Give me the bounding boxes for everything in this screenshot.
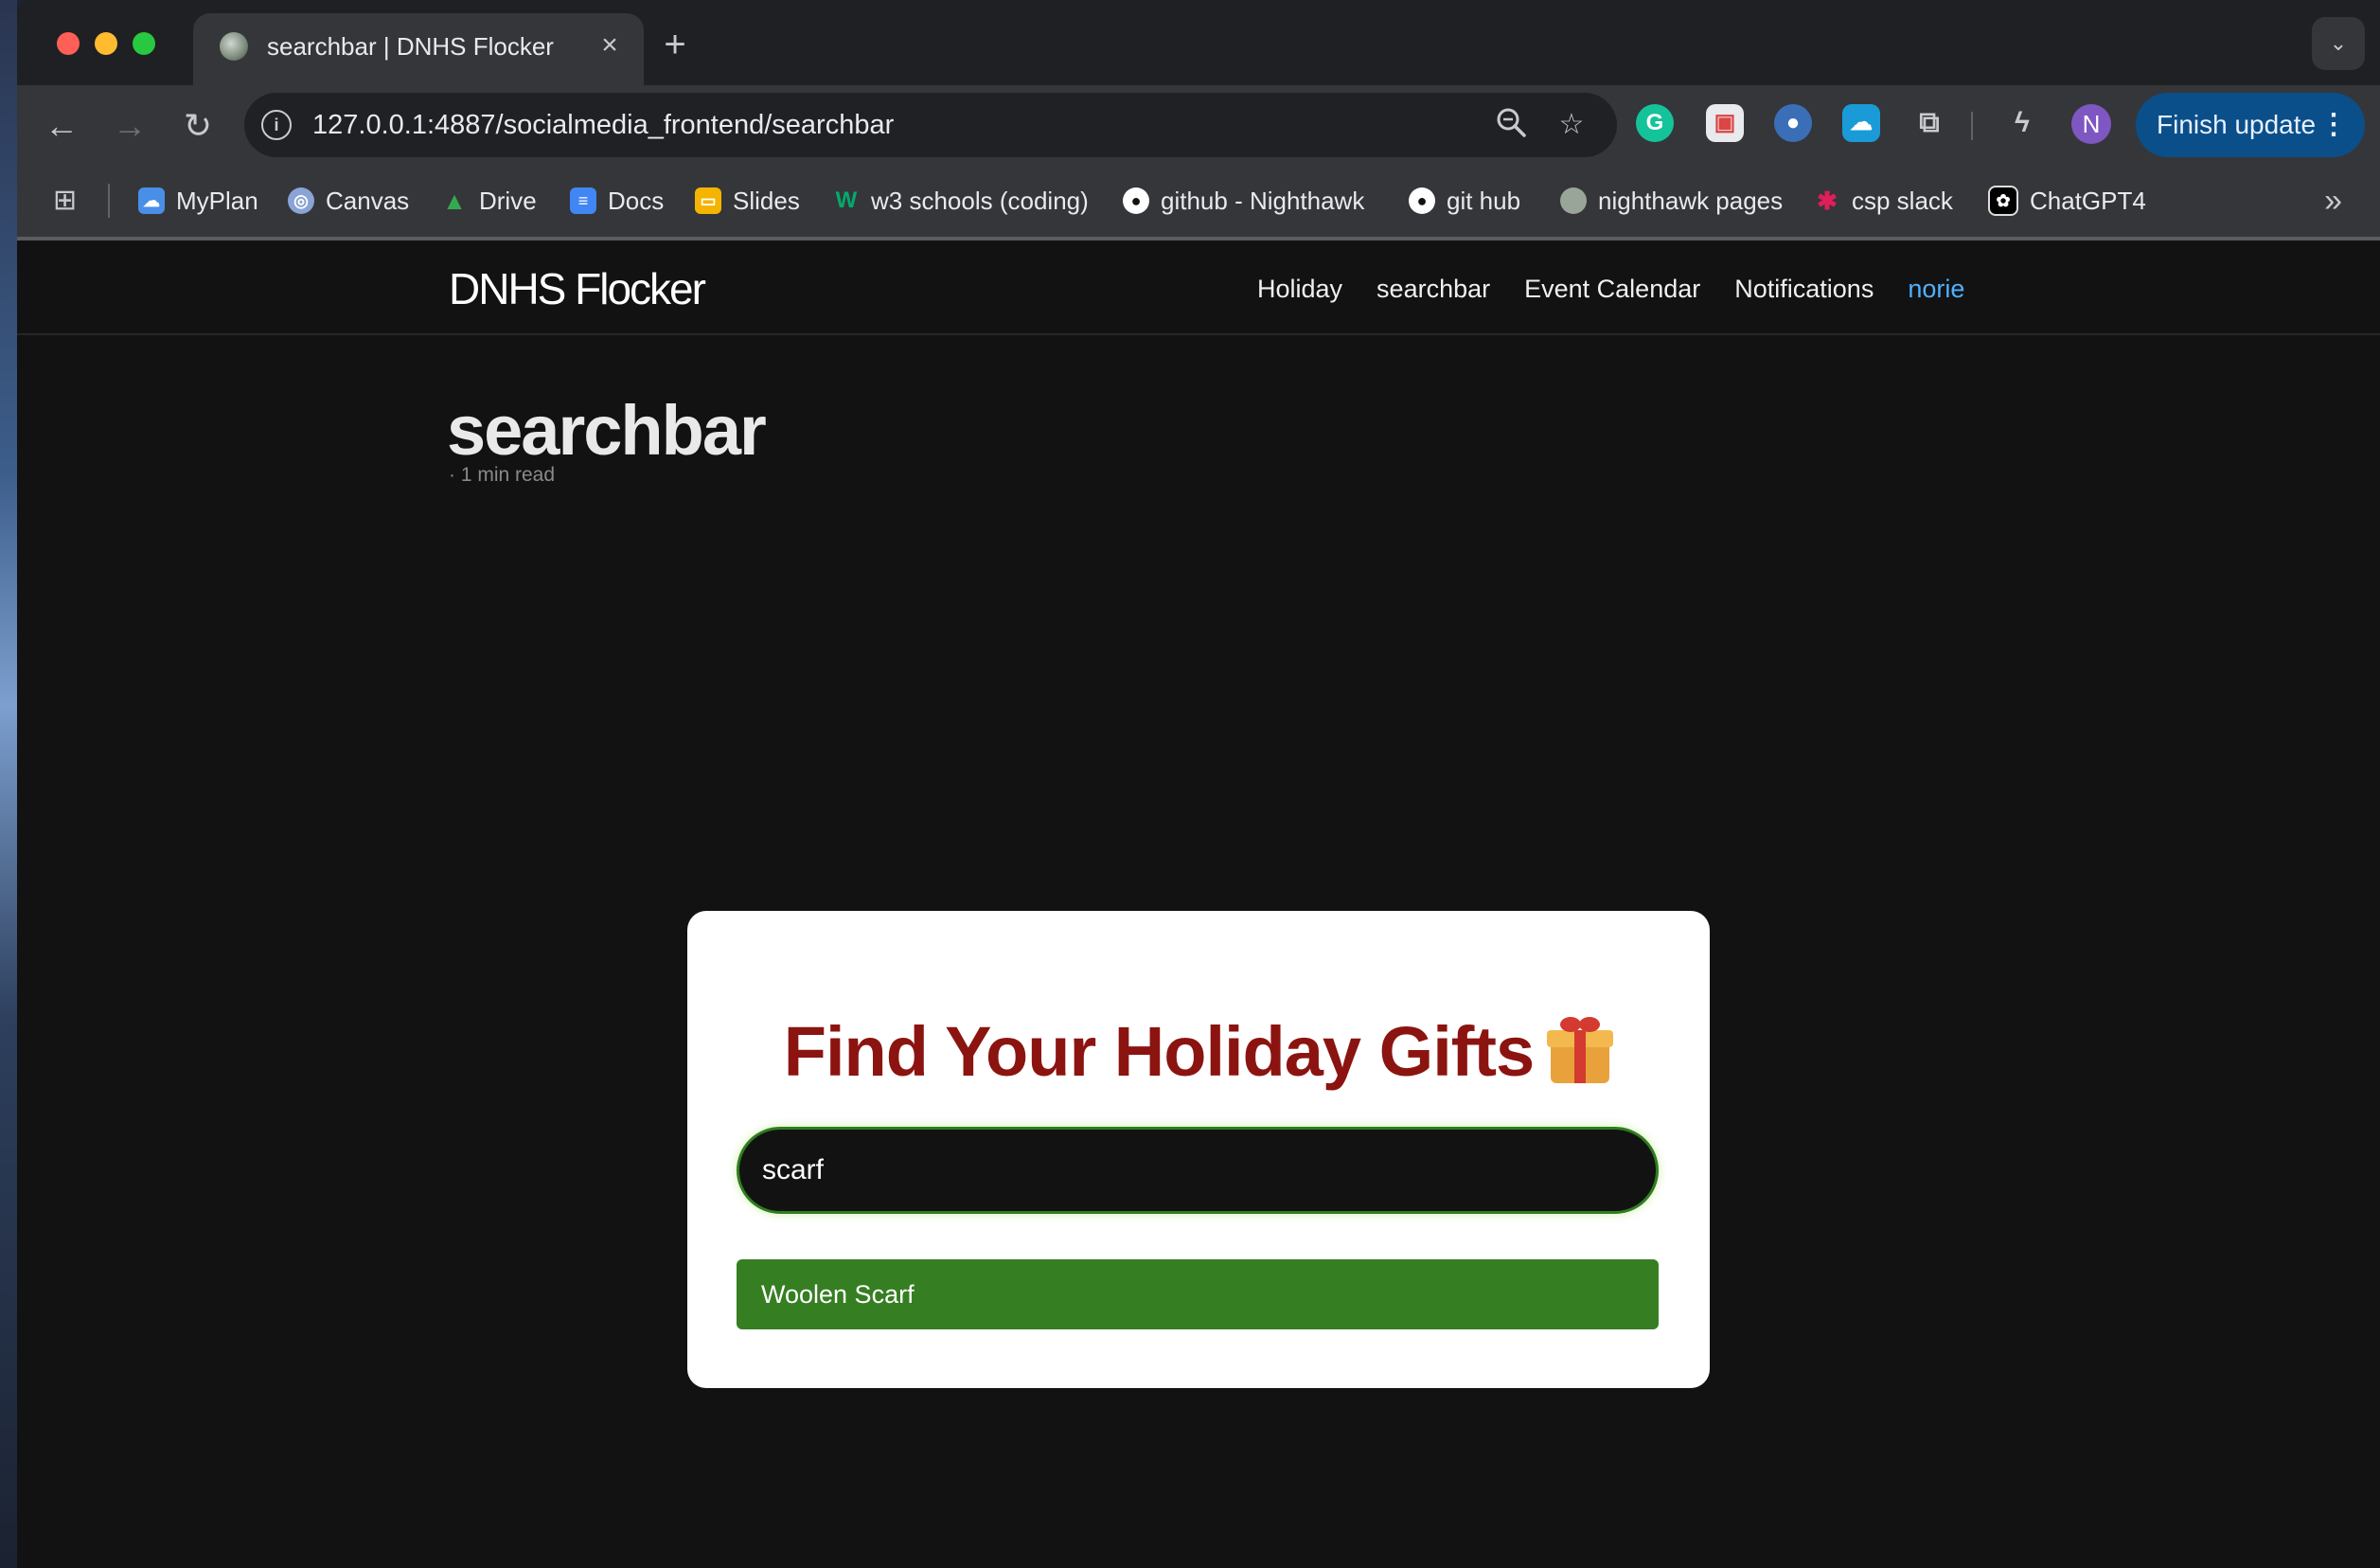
desktop-background <box>0 0 17 1568</box>
bookmark-label: ChatGPT4 <box>2030 186 2146 215</box>
bookmark-canvas[interactable]: ◎ Canvas <box>288 180 409 222</box>
w3schools-icon: W <box>835 187 858 213</box>
performance-bolt-icon[interactable]: ϟ <box>2003 104 2041 142</box>
globe-extension-icon[interactable]: ● <box>1774 104 1812 142</box>
tab-search-button[interactable]: ⌄ <box>2312 17 2365 70</box>
bookmark-drive[interactable]: ▲ Drive <box>441 180 537 222</box>
browser-window: searchbar | DNHS Flocker × + ⌄ ← → ↻ i 1… <box>17 0 2380 1568</box>
bookmark-w3schools[interactable]: W w3 schools (coding) <box>833 180 1089 222</box>
browser-toolbar: ← → ↻ i 127.0.0.1:4887/socialmedia_front… <box>17 85 2380 165</box>
bookmark-label: Drive <box>479 186 537 215</box>
openai-icon: ✿ <box>1988 186 2018 216</box>
more-bookmarks-chevron-icon[interactable]: » <box>2324 180 2342 222</box>
slides-icon: ▭ <box>695 187 721 214</box>
globe-icon <box>220 32 248 61</box>
bookmark-myplan[interactable]: ☁ MyPlan <box>138 180 258 222</box>
bookmark-label: git hub <box>1447 186 1521 215</box>
close-tab-icon[interactable]: × <box>591 27 629 64</box>
close-window-button[interactable] <box>57 32 80 55</box>
page-title: searchbar <box>447 391 767 470</box>
bookmark-docs[interactable]: ≡ Docs <box>570 180 664 222</box>
bookmark-slides[interactable]: ▭ Slides <box>695 180 800 222</box>
bookmarks-bar: ⊞ ☁ MyPlan ◎ Canvas ▲ Drive ≡ Docs ▭ Sli… <box>17 165 2380 241</box>
bookmark-star-icon[interactable]: ☆ <box>1553 106 1590 144</box>
minimize-window-button[interactable] <box>95 32 117 55</box>
new-tab-button[interactable]: + <box>651 21 699 68</box>
bookmark-csp-slack[interactable]: ✱ csp slack <box>1814 180 1953 222</box>
bookmark-label: github - Nighthawk <box>1161 186 1365 215</box>
cloud-icon: ☁ <box>138 187 165 214</box>
bookmarks-divider <box>108 184 110 218</box>
slack-icon: ✱ <box>1817 187 1838 215</box>
globe-icon <box>1560 187 1587 214</box>
site-info-icon[interactable]: i <box>261 110 292 140</box>
grammarly-extension-icon[interactable]: G <box>1636 104 1674 142</box>
bookmark-label: Slides <box>733 186 800 215</box>
address-bar[interactable]: i 127.0.0.1:4887/socialmedia_frontend/se… <box>244 93 1617 157</box>
extension-icon[interactable]: ▣ <box>1706 104 1744 142</box>
bookmark-label: Canvas <box>326 186 410 215</box>
drive-icon: ▲ <box>442 187 467 215</box>
maximize-window-button[interactable] <box>133 32 155 55</box>
gift-search-input[interactable] <box>737 1127 1659 1214</box>
site-title-link[interactable]: DNHS Flocker <box>449 263 706 314</box>
back-button[interactable]: ← <box>38 102 85 150</box>
tab-strip: searchbar | DNHS Flocker × + ⌄ <box>17 0 2380 85</box>
url-text[interactable]: 127.0.0.1:4887/socialmedia_frontend/sear… <box>312 110 894 141</box>
bookmark-label: w3 schools (coding) <box>871 186 1089 215</box>
heading-text: Find Your Holiday Gifts <box>783 1012 1535 1091</box>
site-header: DNHS Flocker Holiday searchbar Event Cal… <box>17 241 2380 335</box>
reload-button[interactable]: ↻ <box>174 102 222 150</box>
gift-search-card: Find Your Holiday Gifts Woolen Scarf <box>687 911 1710 1388</box>
nav-link-user[interactable]: norie <box>1908 275 1964 304</box>
bookmark-label: Docs <box>608 186 665 215</box>
bookmark-github-nighthawk[interactable]: ● github - Nighthawk <box>1123 180 1364 222</box>
bookmark-nighthawk-pages[interactable]: nighthawk pages <box>1560 180 1783 222</box>
github-icon: ● <box>1409 187 1435 214</box>
gift-search-heading: Find Your Holiday Gifts <box>687 1011 1710 1092</box>
site-nav: Holiday searchbar Event Calendar Notific… <box>1257 275 1964 304</box>
more-menu-icon[interactable]: ⋮ <box>2319 93 2348 157</box>
finish-update-button[interactable]: Finish update ⋮ <box>2136 93 2365 157</box>
github-icon: ● <box>1123 187 1149 214</box>
extensions-puzzle-icon[interactable]: ⧉ <box>1910 104 1948 142</box>
browser-tab[interactable]: searchbar | DNHS Flocker × <box>193 13 644 85</box>
finish-update-label: Finish update <box>2157 110 2317 139</box>
profile-avatar[interactable]: N <box>2071 104 2111 144</box>
zoom-icon[interactable] <box>1492 106 1530 144</box>
bookmark-chatgpt4[interactable]: ✿ ChatGPT4 <box>1988 180 2146 222</box>
bookmark-label: csp slack <box>1852 186 1953 215</box>
bookmark-git-hub[interactable]: ● git hub <box>1409 180 1520 222</box>
nav-link-notifications[interactable]: Notifications <box>1734 275 1874 304</box>
docs-icon: ≡ <box>570 187 596 214</box>
toolbar-divider <box>1971 112 1973 140</box>
forward-button[interactable]: → <box>106 102 153 150</box>
gift-icon <box>1547 1017 1614 1083</box>
nav-link-holiday[interactable]: Holiday <box>1257 275 1342 304</box>
cloud-extension-icon[interactable]: ☁ <box>1842 104 1880 142</box>
nav-link-searchbar[interactable]: searchbar <box>1376 275 1490 304</box>
search-result-item[interactable]: Woolen Scarf <box>737 1259 1659 1329</box>
bookmark-label: nighthawk pages <box>1598 186 1784 215</box>
reading-time: · 1 min read <box>449 464 556 486</box>
bookmark-label: MyPlan <box>176 186 258 215</box>
nav-link-event-calendar[interactable]: Event Calendar <box>1524 275 1700 304</box>
apps-grid-icon[interactable]: ⊞ <box>53 184 87 218</box>
canvas-icon: ◎ <box>288 187 314 214</box>
tab-title: searchbar | DNHS Flocker <box>267 32 554 61</box>
